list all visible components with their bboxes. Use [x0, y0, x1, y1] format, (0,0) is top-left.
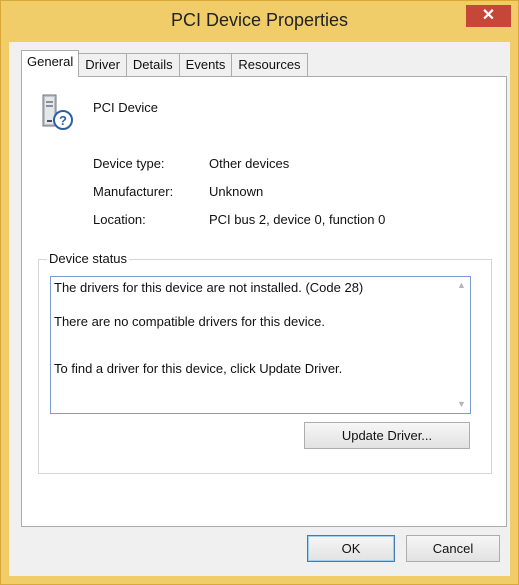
status-line: There are no compatible drivers for this… — [54, 314, 325, 329]
manufacturer-value: Unknown — [209, 184, 264, 199]
update-driver-button[interactable]: Update Driver... — [304, 422, 470, 449]
dialog-client-area: General Driver Details Events Resources … — [9, 42, 510, 576]
tab-general[interactable]: General — [21, 50, 80, 77]
cancel-button[interactable]: Cancel — [406, 535, 500, 562]
scroll-down-icon[interactable]: ▼ — [453, 396, 470, 413]
location-value: PCI bus 2, device 0, function 0 — [209, 212, 386, 227]
general-tab-panel: ? PCI Device Device type: Other devices … — [21, 76, 507, 527]
tab-strip: General Driver Details Events Resources — [21, 50, 308, 77]
device-type-value: Other devices — [209, 156, 290, 171]
title-bar[interactable]: PCI Device Properties ✕ — [1, 1, 518, 43]
status-line: To find a driver for this device, click … — [54, 361, 343, 376]
ok-button[interactable]: OK — [307, 535, 395, 562]
device-status-legend: Device status — [47, 251, 130, 266]
window-title: PCI Device Properties — [170, 10, 349, 30]
unknown-device-icon: ? — [36, 92, 76, 132]
device-status-group: Device status The drivers for this devic… — [38, 251, 492, 474]
properties-window: PCI Device Properties ✕ General Driver D… — [0, 0, 519, 585]
location-label: Location: — [93, 212, 146, 227]
tab-details[interactable]: Details — [125, 53, 180, 76]
svg-text:?: ? — [59, 113, 67, 128]
tab-events[interactable]: Events — [178, 53, 233, 76]
vertical-scrollbar[interactable]: ▲ ▼ — [453, 277, 470, 413]
tab-resources[interactable]: Resources — [231, 53, 308, 76]
device-type-label: Device type: — [93, 156, 165, 171]
scroll-up-icon[interactable]: ▲ — [453, 277, 470, 294]
status-line: The drivers for this device are not inst… — [54, 280, 364, 295]
manufacturer-label: Manufacturer: — [93, 184, 174, 199]
device-status-textbox[interactable]: The drivers for this device are not inst… — [50, 276, 471, 414]
device-name: PCI Device — [93, 100, 159, 115]
close-button[interactable]: ✕ — [466, 5, 511, 27]
tab-driver[interactable]: Driver — [78, 53, 127, 76]
